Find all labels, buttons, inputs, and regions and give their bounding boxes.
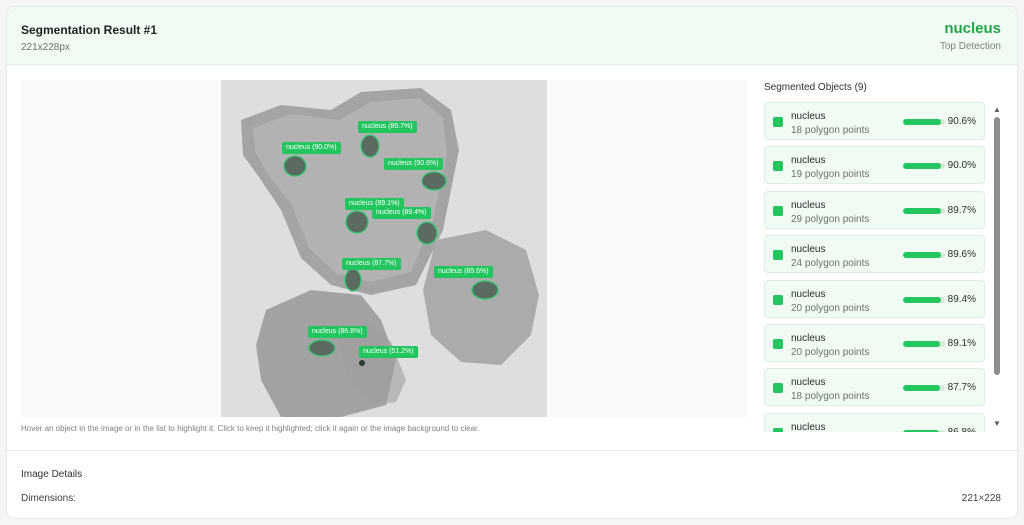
object-name: nucleus [791,244,826,256]
confidence-bar-fill [903,119,942,125]
object-polygon-points: 20 polygon points [791,346,870,358]
confidence-bar [903,296,945,303]
detection-label[interactable]: nucleus (87.7%) [342,258,401,270]
confidence-score: 89.1% [947,337,976,349]
color-swatch-icon [773,117,783,127]
confidence-bar-fill [903,385,940,392]
object-name: nucleus [791,155,826,167]
detection-label[interactable]: nucleus (89.6%) [434,266,493,278]
confidence-bar-fill [903,252,941,259]
image-size: 221x228px [21,42,70,53]
object-polygon-points: 29 polygon points [791,213,870,225]
object-name: nucleus [791,332,826,344]
confidence-bar-fill [903,340,941,347]
detection-label[interactable]: nucleus (90.6%) [384,158,443,170]
detection-label[interactable]: nucleus (86.8%) [308,326,367,338]
object-list-item[interactable]: nucleus 20 polygon points 89.1% [764,323,985,362]
object-list-item[interactable]: nucleus 20 polygon points 89.4% [764,279,985,318]
segmentation-result-card: Segmentation Result #1 221x228px nucleus… [6,6,1018,519]
object-list-item[interactable]: nucleus 86.8% [764,412,985,432]
object-list-item[interactable]: nucleus 24 polygon points 89.6% [764,235,985,274]
object-polygon-points: 19 polygon points [791,169,870,181]
dimensions-row: Dimensions: 221×228 [21,493,1001,504]
confidence-score: 86.8% [948,427,976,432]
microscopy-image[interactable]: nucleus (89.7%) nucleus (90.0%) nucleus … [221,80,547,417]
confidence-bar [903,385,945,392]
hover-hint: Hover an object in the image or in the l… [21,424,480,433]
confidence-bar [903,429,945,432]
object-name: nucleus [791,199,826,211]
image-details: Image Details Dimensions: 221×228 [7,450,1017,504]
confidence-bar-fill [903,207,941,214]
color-swatch-icon [773,427,783,432]
scrollbar-thumb[interactable] [994,117,1000,375]
color-swatch-icon [773,250,783,261]
confidence-score: 87.7% [947,382,976,394]
object-name: nucleus [791,421,826,432]
color-swatch-icon [773,161,783,172]
object-name: nucleus [791,111,826,122]
segmented-objects-panel: Segmented Objects (9) nucleus 18 polygon … [764,80,1004,435]
object-name: nucleus [791,377,826,389]
color-swatch-icon [773,383,783,394]
object-list-item[interactable]: nucleus 18 polygon points 90.6% [764,102,985,140]
image-canvas-area[interactable]: nucleus (89.7%) nucleus (90.0%) nucleus … [21,80,747,417]
confidence-bar [903,207,945,214]
scroll-up-icon[interactable]: ▲ [993,106,1001,114]
confidence-score: 90.6% [947,116,976,127]
object-polygon-points: 20 polygon points [791,302,870,314]
image-details-title: Image Details [21,469,83,480]
confidence-score: 89.6% [947,249,976,261]
confidence-bar [903,252,945,259]
detection-label[interactable]: nucleus (90.0%) [282,142,341,154]
result-main: nucleus (89.7%) nucleus (90.0%) nucleus … [7,65,1017,450]
confidence-score: 90.0% [947,160,976,172]
confidence-bar [903,340,945,347]
dimensions-label: Dimensions: [21,493,77,504]
top-detection-label: nucleus [944,20,1001,37]
list-scrollbar[interactable]: ▲ ▼ [991,102,1003,432]
result-header: Segmentation Result #1 221x228px nucleus… [7,7,1017,65]
object-list-item[interactable]: nucleus 18 polygon points 87.7% [764,368,985,407]
object-name: nucleus [791,288,826,300]
confidence-score: 89.7% [947,204,976,216]
segmented-objects-list[interactable]: nucleus 18 polygon points 90.6% nucleus 19 p… [764,102,985,432]
object-list-item[interactable]: nucleus 29 polygon points 89.7% [764,190,985,229]
segmented-objects-title: Segmented Objects (9) [764,82,867,93]
color-swatch-icon [773,338,783,349]
confidence-bar-fill [903,429,940,432]
object-list-item[interactable]: nucleus 19 polygon points 90.0% [764,146,985,185]
detection-label[interactable]: nucleus (51.2%) [359,346,418,358]
confidence-bar-fill [903,163,941,170]
object-polygon-points: 18 polygon points [791,125,870,136]
confidence-bar [903,163,945,170]
color-swatch-icon [773,294,783,305]
confidence-bar [903,119,945,125]
result-title: Segmentation Result #1 [21,23,158,37]
detection-label[interactable]: nucleus (89.7%) [358,121,417,133]
confidence-score: 89.4% [947,293,976,305]
confidence-bar-fill [903,296,941,303]
top-detection-caption: Top Detection [939,41,1001,52]
scroll-down-icon[interactable]: ▼ [993,420,1001,428]
dimensions-value: 221×228 [961,493,1001,504]
detection-label[interactable]: nucleus (89.4%) [372,207,431,219]
object-polygon-points: 18 polygon points [791,391,870,403]
object-polygon-points: 24 polygon points [791,258,870,270]
color-swatch-icon [773,205,783,216]
